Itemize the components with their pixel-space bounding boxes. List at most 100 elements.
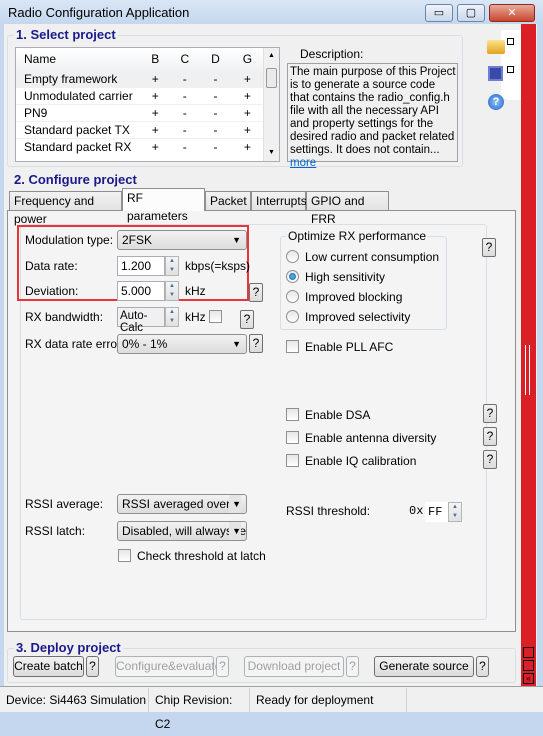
rssi-threshold-label: RSSI threshold: xyxy=(286,504,371,518)
rx-error-label: RX data rate error: xyxy=(25,337,125,351)
generate-source-button[interactable]: Generate source xyxy=(374,656,474,677)
table-cell: + xyxy=(243,105,251,120)
table-cell: Standard packet RX xyxy=(24,139,132,154)
table-scrollbar[interactable]: ▲ ▼ xyxy=(263,48,279,161)
table-cell: + xyxy=(243,139,251,154)
rx-bandwidth-spinner[interactable]: ▲ ▼ xyxy=(165,307,179,327)
section3-title: 3. Deploy project xyxy=(14,640,123,655)
rssi-average-value: RSSI averaged over 4 xyxy=(122,497,241,511)
table-cell: + xyxy=(151,139,159,154)
download-project-button[interactable]: Download project xyxy=(244,656,344,677)
scroll-thumb[interactable] xyxy=(266,68,277,88)
data-rate-unit: kbps(=ksps) xyxy=(185,259,251,273)
window-title: Radio Configuration Application xyxy=(8,5,190,20)
tab-gpio-frr[interactable]: GPIO and FRR xyxy=(306,191,389,226)
deviation-spinner[interactable]: ▲ ▼ xyxy=(165,281,179,301)
rx-bandwidth-help-button[interactable]: ? xyxy=(240,310,254,329)
deviation-help-button[interactable]: ? xyxy=(249,283,263,302)
panel-icon[interactable] xyxy=(523,647,534,658)
status-chip: Chip Revision: C2 xyxy=(149,688,250,731)
minimize-panel-icon[interactable] xyxy=(523,660,534,671)
minimize-button[interactable]: ▭ xyxy=(425,4,453,22)
close-button[interactable]: ✕ xyxy=(489,4,535,22)
data-rate-label: Data rate: xyxy=(25,259,78,273)
rx-bandwidth-input[interactable]: Auto-Calc xyxy=(117,307,165,334)
optimize-help-button[interactable]: ? xyxy=(482,238,496,257)
project-table-grid: Name B C D G Empty framework + - - + Unmodula… xyxy=(16,48,264,155)
dsa-checkbox[interactable] xyxy=(286,408,299,421)
antenna-diversity-label: Enable antenna diversity xyxy=(305,431,437,445)
table-cell: Unmodulated carrier xyxy=(24,88,133,103)
table-row[interactable]: Empty framework + - - + xyxy=(16,70,264,87)
deviation-unit: kHz xyxy=(185,284,206,298)
col-header-name[interactable]: Name xyxy=(16,48,141,70)
save-icon[interactable] xyxy=(488,66,503,81)
create-batch-help-button[interactable]: ? xyxy=(86,656,99,677)
data-rate-input[interactable]: 1.200 xyxy=(117,256,165,276)
dsa-help-button[interactable]: ? xyxy=(483,404,497,423)
table-row[interactable]: Standard packet TX + - - + xyxy=(16,121,264,138)
rx-error-select[interactable]: 0% - 1% ▼ xyxy=(117,334,247,354)
rssi-threshold-input[interactable]: FF xyxy=(425,502,448,522)
configure-evaluate-button[interactable]: Configure&evaluate xyxy=(115,656,221,677)
rx-bandwidth-checkbox[interactable] xyxy=(209,310,222,323)
table-row[interactable]: Standard packet RX + - - + xyxy=(16,138,264,155)
generate-help-button[interactable]: ? xyxy=(476,656,489,677)
col-header-d[interactable]: D xyxy=(200,48,231,70)
pll-afc-checkbox[interactable] xyxy=(286,340,299,353)
antenna-diversity-help-button[interactable]: ? xyxy=(483,427,497,446)
deviation-input[interactable]: 5.000 xyxy=(117,281,165,301)
download-help-button[interactable]: ? xyxy=(346,656,359,677)
iq-calibration-help-button[interactable]: ? xyxy=(483,450,497,469)
create-batch-button[interactable]: Create batch xyxy=(13,656,84,677)
rx-error-help-button[interactable]: ? xyxy=(249,334,263,353)
optimize-radio[interactable] xyxy=(286,310,299,323)
iq-calibration-checkbox[interactable] xyxy=(286,454,299,467)
dropdown-arrow-icon: ▼ xyxy=(229,495,241,513)
table-cell: Standard packet TX xyxy=(24,122,130,137)
description-text: The main purpose of this Project is to g… xyxy=(290,66,456,156)
description-label: Description: xyxy=(300,47,364,61)
col-header-b[interactable]: B xyxy=(141,48,169,70)
table-row[interactable]: PN9 + - - + xyxy=(16,104,264,121)
deviation-label: Deviation: xyxy=(25,284,79,298)
open-folder-icon[interactable] xyxy=(487,40,505,54)
table-cell: Empty framework xyxy=(24,71,118,86)
optimize-radio[interactable] xyxy=(286,270,299,283)
table-cell: + xyxy=(243,71,251,86)
maximize-button[interactable]: ▢ xyxy=(457,4,485,22)
scroll-up-icon[interactable]: ▲ xyxy=(268,52,275,59)
more-link[interactable]: more xyxy=(290,157,316,169)
help-icon[interactable]: ? xyxy=(488,94,504,110)
antenna-diversity-checkbox[interactable] xyxy=(286,431,299,444)
optimize-option-label: Improved blocking xyxy=(305,290,403,304)
rssi-latch-select[interactable]: Disabled, will always re ▼ xyxy=(117,521,247,541)
collapse-icon[interactable]: « xyxy=(523,673,534,684)
optimize-radio[interactable] xyxy=(286,250,299,263)
table-cell: + xyxy=(151,122,159,137)
modulation-value: 2FSK xyxy=(122,233,153,247)
configure-help-button[interactable]: ? xyxy=(216,656,229,677)
table-cell: + xyxy=(151,105,159,120)
tab-packet[interactable]: Packet xyxy=(205,191,251,210)
col-header-c[interactable]: C xyxy=(169,48,200,70)
project-table: Name B C D G Empty framework + - - + Unmodula… xyxy=(15,47,280,162)
tab-interrupts[interactable]: Interrupts xyxy=(251,191,307,210)
table-cell: - xyxy=(213,88,218,103)
tab-rf-parameters[interactable]: RF parameters xyxy=(122,188,205,223)
data-rate-spinner[interactable]: ▲ ▼ xyxy=(165,256,179,276)
modulation-select[interactable]: 2FSK ▼ xyxy=(117,230,247,250)
table-cell: - xyxy=(213,105,218,120)
col-header-g[interactable]: G xyxy=(231,48,264,70)
description-box: The main purpose of this Project is to g… xyxy=(287,63,458,169)
dsa-label: Enable DSA xyxy=(305,408,371,422)
splitter-handle[interactable] xyxy=(525,345,530,395)
optimize-radio[interactable] xyxy=(286,290,299,303)
check-threshold-checkbox[interactable] xyxy=(118,549,131,562)
rssi-threshold-prefix: 0x xyxy=(409,504,424,518)
rssi-average-select[interactable]: RSSI averaged over 4 ▼ xyxy=(117,494,247,514)
scroll-down-icon[interactable]: ▼ xyxy=(268,149,275,156)
tab-frequency-power[interactable]: Frequency and power xyxy=(9,191,122,226)
table-row[interactable]: Unmodulated carrier + - - + xyxy=(16,87,264,104)
rssi-threshold-spinner[interactable]: ▲ ▼ xyxy=(448,502,462,522)
